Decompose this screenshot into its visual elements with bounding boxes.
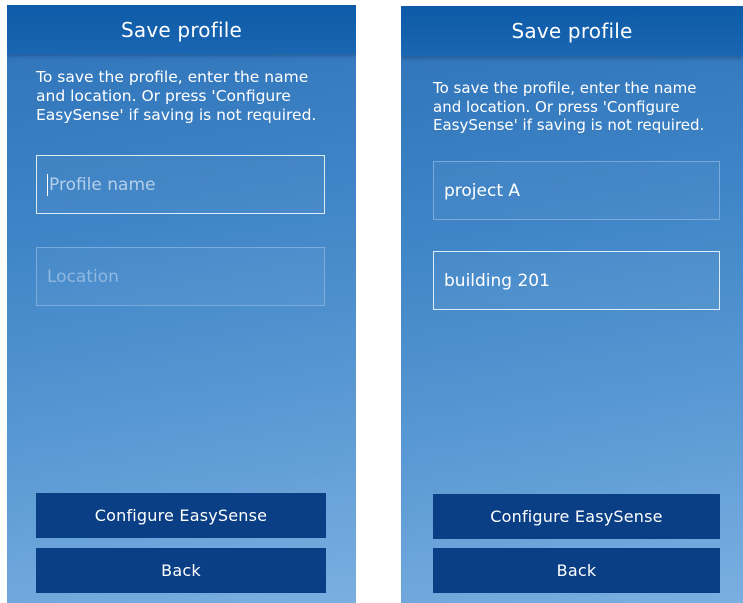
instructions-text: To save the profile, enter the name and … [433,79,705,134]
page-title: Save profile [511,19,633,43]
configure-easysense-button[interactable]: Configure EasySense [36,493,326,538]
instructions-text: To save the profile, enter the name and … [36,68,317,124]
profile-name-input[interactable]: Profile name [36,155,325,214]
back-button[interactable]: Back [433,548,720,593]
title-bar: Save profile [7,5,356,54]
location-input[interactable]: Location [36,247,325,306]
profile-name-placeholder: Profile name [49,174,156,195]
profile-name-value: project A [444,180,521,201]
text-caret [47,173,48,196]
back-button[interactable]: Back [36,548,326,593]
save-profile-screen-empty: Save profile To save the profile, enter … [7,5,356,603]
save-profile-screen-filled: Save profile To save the profile, enter … [401,6,743,603]
location-input[interactable]: building 201 [433,251,720,310]
location-placeholder: Location [47,266,119,287]
page-title: Save profile [120,17,243,42]
configure-easysense-button[interactable]: Configure EasySense [433,494,720,539]
profile-name-input[interactable]: project A [433,161,720,220]
title-bar: Save profile [401,6,743,56]
location-value: building 201 [444,270,550,291]
